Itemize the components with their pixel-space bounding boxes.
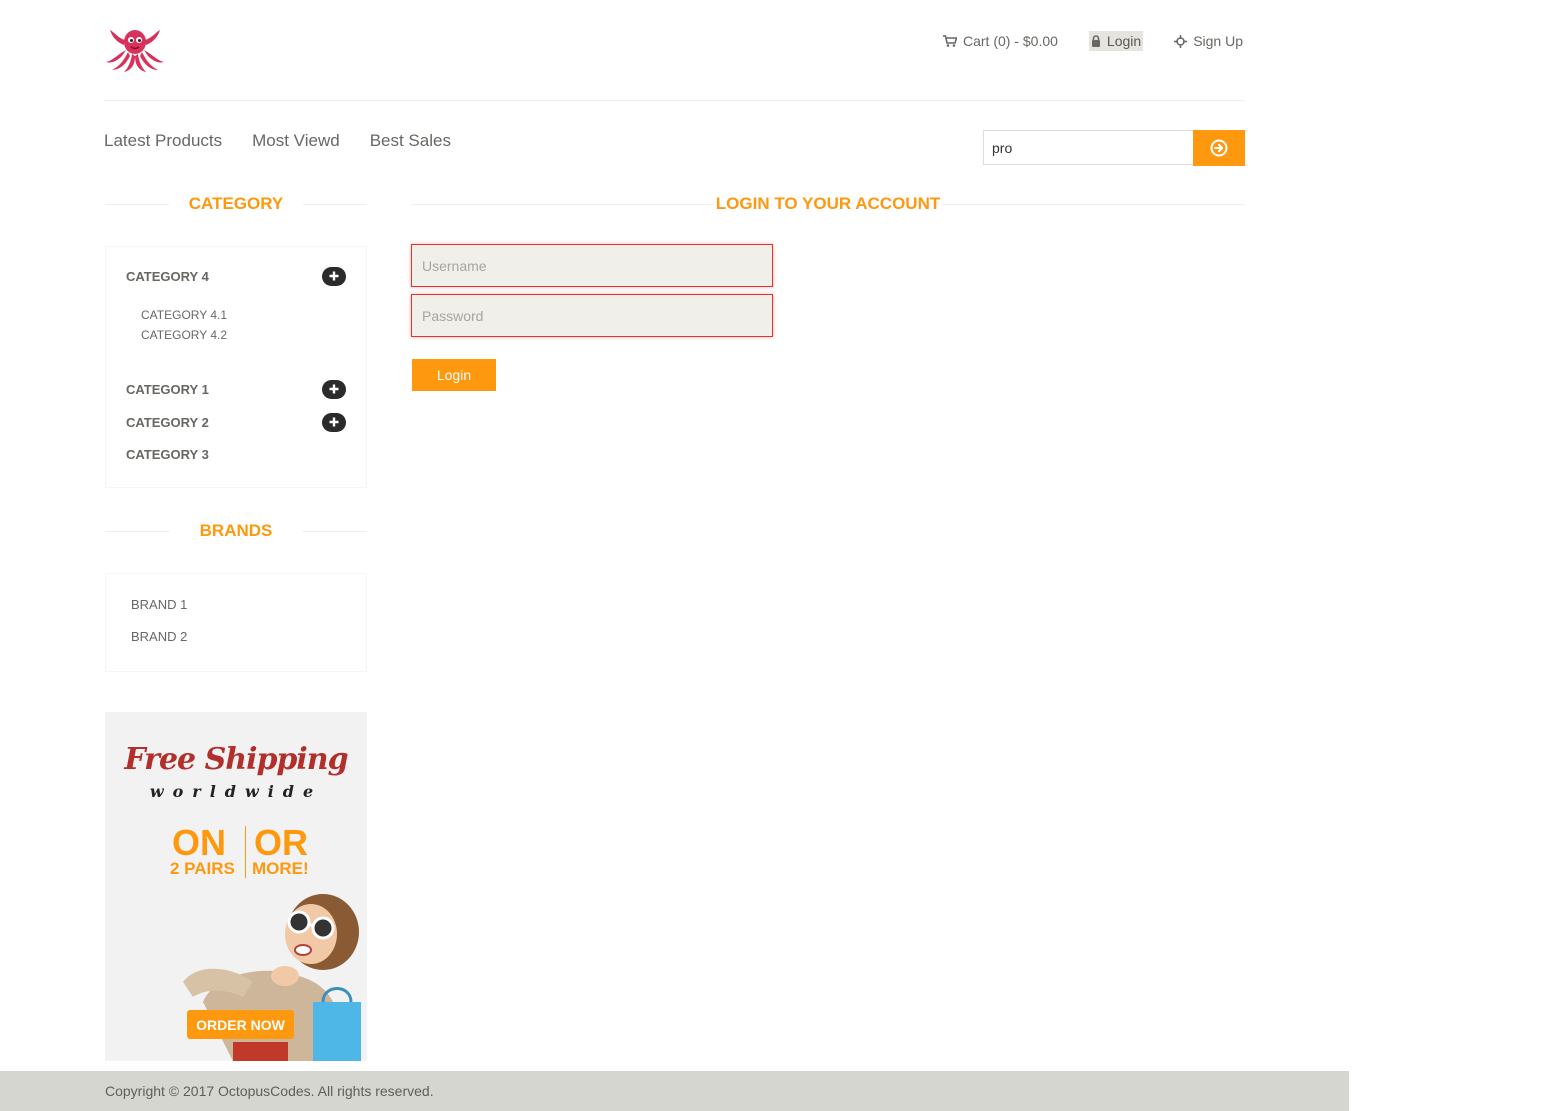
username-field[interactable]	[411, 244, 773, 287]
subcategory-item[interactable]: CATEGORY 4.1	[141, 308, 227, 322]
header-links: Cart (0) - $0.00 Login Sign Up	[912, 31, 1245, 51]
category-item[interactable]: CATEGORY 2	[126, 411, 346, 433]
signup-link[interactable]: Sign Up	[1172, 31, 1245, 51]
arrow-circle-right-icon	[1210, 139, 1228, 157]
expand-plus-icon[interactable]	[322, 266, 346, 286]
category-item[interactable]: CATEGORY 4	[126, 265, 346, 287]
nav-best-sales[interactable]: Best Sales	[370, 131, 451, 151]
heading-line	[105, 203, 169, 205]
category-title: CATEGORY	[188, 194, 284, 213]
search-button[interactable]	[1193, 130, 1245, 166]
expand-plus-icon[interactable]	[322, 412, 346, 432]
brands-heading: BRANDS	[105, 521, 368, 541]
nav-latest-products[interactable]: Latest Products	[104, 131, 222, 151]
category-heading: CATEGORY	[105, 194, 368, 214]
category-label[interactable]: CATEGORY 4	[126, 269, 209, 284]
brands-title: BRANDS	[199, 521, 273, 540]
ad-headline: Free Shipping	[124, 742, 348, 777]
heading-line	[303, 203, 368, 205]
heading-line	[942, 203, 1246, 205]
login-link-label: Login	[1106, 33, 1142, 49]
main-nav: Latest Products Most Viewd Best Sales	[104, 131, 481, 151]
octopus-logo[interactable]	[104, 26, 166, 74]
password-field[interactable]	[411, 294, 773, 337]
ad-subline: worldwide	[149, 782, 323, 801]
ad-right-big: OR	[254, 822, 308, 863]
category-label[interactable]: CATEGORY 2	[126, 415, 209, 430]
expand-plus-icon[interactable]	[322, 379, 346, 399]
shipping-ad-banner[interactable]: Free Shipping worldwide ON 2 PAIRS OR MO…	[105, 712, 367, 1061]
heading-line	[302, 530, 368, 532]
login-title: LOGIN TO YOUR ACCOUNT	[715, 194, 941, 213]
lock-icon	[1091, 35, 1100, 47]
category-label[interactable]: CATEGORY 1	[126, 382, 209, 397]
order-now-button[interactable]: ORDER NOW	[187, 1010, 294, 1039]
search-input[interactable]	[983, 130, 1193, 165]
cart-label: Cart (0) - $0.00	[962, 33, 1058, 49]
crosshair-icon	[1174, 34, 1188, 48]
cart-link[interactable]: Cart (0) - $0.00	[941, 31, 1060, 51]
copyright-text: Copyright © 2017 OctopusCodes. All right…	[105, 1083, 434, 1099]
ad-left-big: ON	[172, 822, 226, 863]
search-bar	[983, 130, 1245, 166]
login-button[interactable]: Login	[412, 359, 496, 391]
login-link[interactable]: Login	[1088, 31, 1144, 51]
heading-line	[411, 203, 714, 205]
category-label[interactable]: CATEGORY 3	[126, 447, 209, 462]
brands-panel: BRAND 1 BRAND 2	[105, 573, 367, 672]
header-divider	[104, 100, 1245, 101]
category-item[interactable]: CATEGORY 3	[126, 443, 346, 465]
brand-item[interactable]: BRAND 1	[131, 597, 187, 612]
login-heading: LOGIN TO YOUR ACCOUNT	[411, 194, 1246, 214]
heading-line	[105, 530, 170, 532]
brand-item[interactable]: BRAND 2	[131, 629, 187, 644]
subcategory-item[interactable]: CATEGORY 4.2	[141, 328, 227, 342]
footer: Copyright © 2017 OctopusCodes. All right…	[0, 1071, 1349, 1111]
category-item[interactable]: CATEGORY 1	[126, 378, 346, 400]
category-panel: CATEGORY 4 CATEGORY 4.1 CATEGORY 4.2 CAT…	[105, 246, 367, 488]
cart-icon	[942, 35, 957, 47]
nav-most-viewed[interactable]: Most Viewd	[252, 131, 340, 151]
ad-separator	[245, 826, 246, 878]
signup-label: Sign Up	[1193, 33, 1243, 49]
